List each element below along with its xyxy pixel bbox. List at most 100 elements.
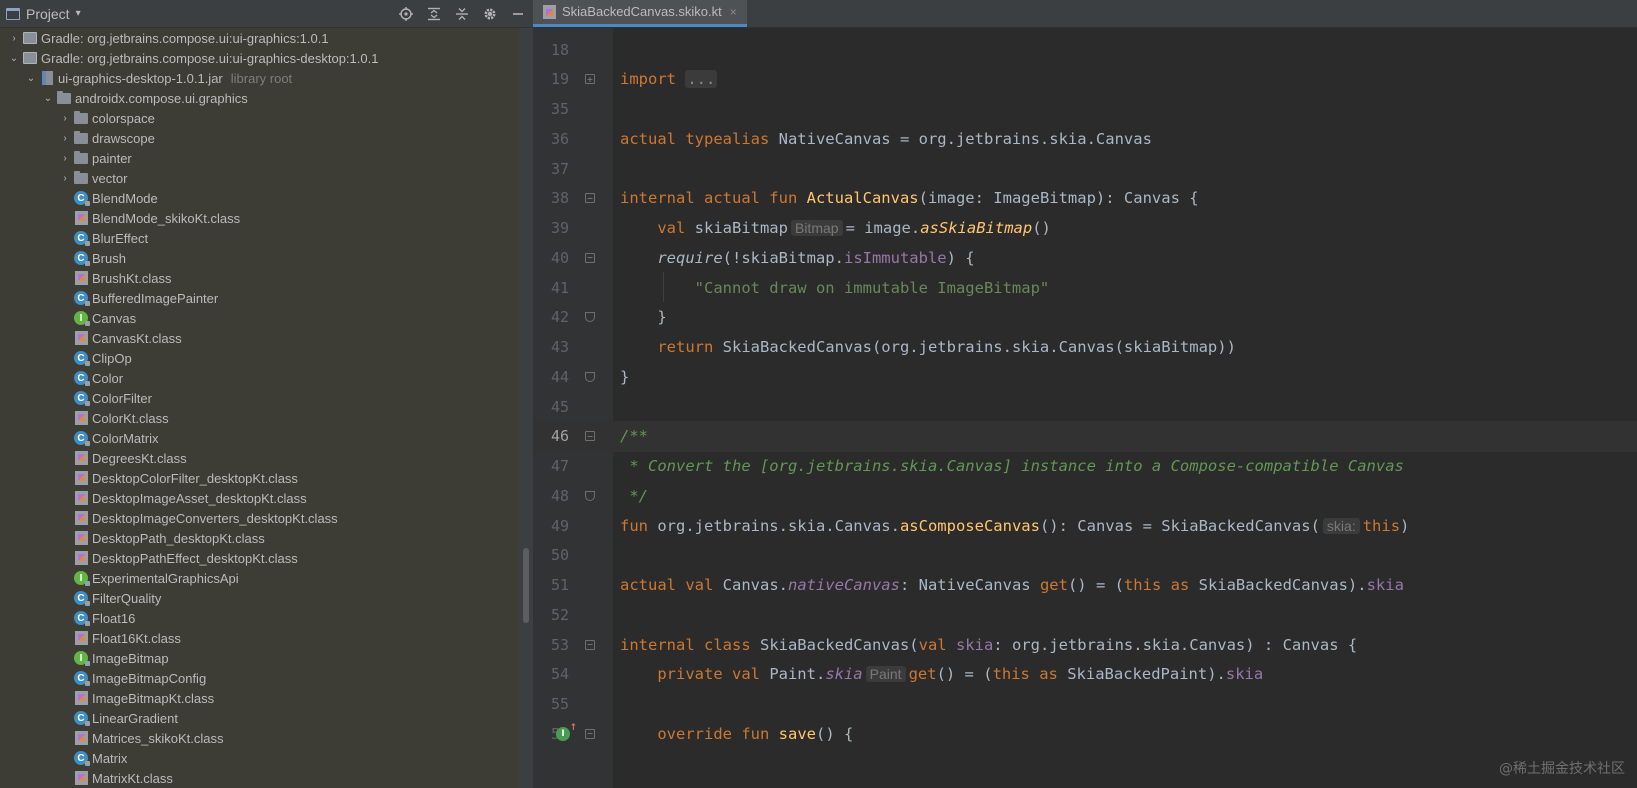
chevron-down-icon[interactable]: ⌄ [40,93,56,104]
code-line[interactable]: 48 */ [533,480,1637,511]
collapsed-imports[interactable]: ... [685,70,718,89]
tree-item[interactable]: ›BrushKt.class [0,268,519,288]
chevron-right-icon[interactable]: › [57,153,73,164]
fold-collapse-icon[interactable] [585,312,595,323]
tree-item[interactable]: ›IImageBitmap [0,648,519,668]
line-number[interactable]: 36 [533,130,569,148]
tree-item[interactable]: ›Float16Kt.class [0,628,519,648]
tree-item[interactable]: ⌄ Gradle: org.jetbrains.compose.ui:ui-gra… [0,48,519,68]
code-line[interactable]: 37 [533,153,1637,184]
line-number[interactable]: 47 [533,457,569,475]
line-number[interactable]: 35 [533,100,569,118]
code-line[interactable]: 51 actual val Canvas.nativeCanvas: Native… [533,570,1637,601]
tree-item[interactable]: ›CFloat16 [0,608,519,628]
line-number[interactable]: 39 [533,219,569,237]
line-number[interactable]: 51 [533,576,569,594]
tree-item[interactable]: ›CBlendMode [0,188,519,208]
tree-item[interactable]: ›CBrush [0,248,519,268]
project-tree-scrollbar[interactable] [519,28,533,788]
line-number[interactable]: 55 [533,695,569,713]
tree-item[interactable]: ⌄ androidx.compose.ui.graphics [0,88,519,108]
code-line[interactable]: 54 private val Paint.skia Paint get() = (t… [533,659,1637,690]
tree-item[interactable]: ›ICanvas [0,308,519,328]
code-line[interactable]: 49 fun org.jetbrains.skia.Canvas.asCompos… [533,510,1637,541]
tree-item[interactable]: ›ColorKt.class [0,408,519,428]
tree-item[interactable]: › colorspace [0,108,519,128]
locate-icon[interactable] [397,5,415,23]
code-line[interactable]: 52 [533,599,1637,630]
code-line[interactable]: 50 [533,540,1637,571]
inlay-hint[interactable]: skia: [1322,517,1360,534]
code-line[interactable]: 40 − require(!skiaBitmap.isImmutable) { [533,242,1637,273]
project-view-selector[interactable]: Project [26,6,70,22]
line-number[interactable]: 49 [533,517,569,535]
code-line[interactable]: 44} [533,361,1637,392]
fold-collapse-icon[interactable]: − [585,252,595,263]
code-line[interactable]: 41 "Cannot draw on immutable ImageBitmap… [533,272,1637,303]
tree-item[interactable]: ›CImageBitmapConfig [0,668,519,688]
code-line[interactable]: 42 } [533,302,1637,333]
line-number[interactable]: 38 [533,189,569,207]
line-number[interactable]: 19 [533,70,569,88]
tree-item[interactable]: ⌄ ui-graphics-desktop-1.0.1.jar library ro… [0,68,519,88]
line-number[interactable]: 52 [533,606,569,624]
tree-item[interactable]: ›CBufferedImagePainter [0,288,519,308]
tree-item[interactable]: › vector [0,168,519,188]
line-number[interactable]: 54 [533,665,569,683]
code-line[interactable]: 36 actual typealias NativeCanvas = org.je… [533,123,1637,154]
line-number[interactable]: 45 [533,398,569,416]
fold-collapse-icon[interactable]: − [585,639,595,650]
tree-item[interactable]: ›CColorMatrix [0,428,519,448]
line-number[interactable]: 18 [533,41,569,59]
line-number[interactable]: 48 [533,487,569,505]
close-icon[interactable]: × [730,5,737,19]
line-number[interactable]: 42 [533,308,569,326]
code-line[interactable]: 53 − internal class SkiaBackedCanvas(val s… [533,629,1637,660]
chevron-right-icon[interactable]: › [57,173,73,184]
chevron-down-icon[interactable]: ⌄ [6,53,22,64]
tree-item[interactable]: ›DesktopImageAsset_desktopKt.class [0,488,519,508]
line-number[interactable]: 41 [533,279,569,297]
fold-collapse-icon[interactable]: − [585,193,595,204]
code-line[interactable]: 38 − internal actual fun ActualCanvas(imag… [533,183,1637,214]
tree-item[interactable]: › drawscope [0,128,519,148]
tree-item[interactable]: ›BlendMode_skikoKt.class [0,208,519,228]
expand-all-icon[interactable] [425,5,443,23]
minimize-icon[interactable] [509,5,527,23]
code-line[interactable]: 18 [533,34,1637,65]
tree-item[interactable]: ›CFilterQuality [0,588,519,608]
line-number[interactable]: 43 [533,338,569,356]
chevron-down-icon[interactable]: ▾ [76,8,81,19]
tree-item[interactable]: › painter [0,148,519,168]
code-line[interactable]: 39 val skiaBitmap Bitmap = image.asSkiaBit… [533,213,1637,244]
tree-item[interactable]: ›IExperimentalGraphicsApi [0,568,519,588]
tree-item[interactable]: ›CColor [0,368,519,388]
code-editor[interactable]: 18 19 + import ... 35 36 actual typealias Nati… [533,28,1637,788]
code-line[interactable]: 56I− override fun save() { [533,718,1637,749]
tree-item[interactable]: ›CLinearGradient [0,708,519,728]
tree-item[interactable]: ›MatrixKt.class [0,768,519,788]
line-number[interactable]: 53 [533,636,569,654]
code-line[interactable]: 19 + import ... [533,64,1637,95]
inlay-hint[interactable]: Bitmap [790,220,843,236]
tree-item[interactable]: ›DesktopImageConverters_desktopKt.class [0,508,519,528]
tree-item[interactable]: ›DesktopPathEffect_desktopKt.class [0,548,519,568]
tree-item[interactable]: ›CanvasKt.class [0,328,519,348]
code-line[interactable]: 47 * Convert the [org.jetbrains.skia.Can… [533,451,1637,482]
fold-collapse-icon[interactable]: − [585,431,595,442]
fold-collapse-icon[interactable] [585,490,595,501]
tree-item[interactable]: ›CClipOp [0,348,519,368]
collapse-all-icon[interactable] [453,5,471,23]
tree-item[interactable]: ›DesktopColorFilter_desktopKt.class [0,468,519,488]
chevron-right-icon[interactable]: › [57,133,73,144]
chevron-right-icon[interactable]: › [57,113,73,124]
fold-collapse-icon[interactable] [585,371,595,382]
overrides-method-icon[interactable]: I [556,723,577,741]
gear-icon[interactable] [481,5,499,23]
scrollbar-thumb[interactable] [523,548,529,623]
line-number[interactable]: 37 [533,160,569,178]
editor-tab-skiabackedcanvas[interactable]: SkiaBackedCanvas.skiko.kt × [533,0,747,27]
chevron-down-icon[interactable]: ⌄ [23,73,39,84]
code-line[interactable]: 46 − /** [533,420,1637,452]
tree-item[interactable]: ›DegreesKt.class [0,448,519,468]
